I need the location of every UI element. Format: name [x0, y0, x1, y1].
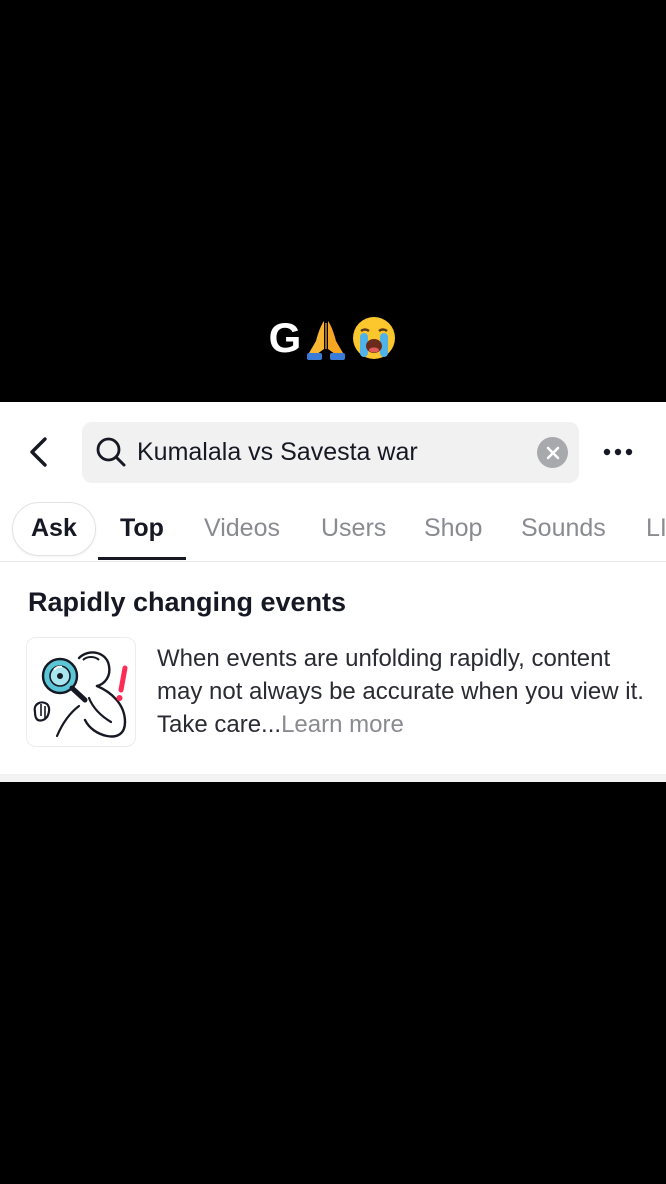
tab-top[interactable]: Top — [120, 500, 164, 561]
notice-illustration — [26, 637, 136, 747]
back-button[interactable] — [18, 432, 58, 472]
more-options-icon — [603, 448, 633, 456]
tab-ask[interactable]: Ask — [12, 502, 96, 556]
active-tab-indicator — [98, 557, 186, 560]
tab-users[interactable]: Users — [321, 500, 386, 561]
video-caption: G — [0, 308, 666, 368]
screen: G Kumalala vs Savesta war Ask Top Videos… — [0, 0, 666, 1184]
search-results-panel: Kumalala vs Savesta war Ask Top Videos U… — [0, 402, 666, 782]
magnifying-glass-person-icon — [33, 651, 128, 738]
search-header: Kumalala vs Savesta war — [0, 402, 666, 502]
panel-divider — [0, 774, 666, 782]
learn-more-link[interactable]: Learn more — [281, 711, 404, 738]
clear-icon — [546, 446, 559, 459]
clear-search-button[interactable] — [537, 437, 568, 468]
tab-sounds[interactable]: Sounds — [521, 500, 606, 561]
search-tabs: Ask Top Videos Users Shop Sounds LI — [0, 500, 666, 562]
tab-live[interactable]: LI — [646, 500, 666, 561]
tab-shop[interactable]: Shop — [424, 500, 482, 561]
crying-face-emoji-icon — [353, 317, 396, 359]
tab-videos[interactable]: Videos — [204, 500, 280, 561]
search-query-text[interactable]: Kumalala vs Savesta war — [137, 422, 418, 483]
search-input[interactable]: Kumalala vs Savesta war — [82, 422, 579, 483]
notice-title: Rapidly changing events — [28, 587, 347, 617]
more-options-button[interactable] — [596, 434, 640, 470]
back-arrow-icon — [30, 437, 47, 467]
search-icon — [96, 437, 126, 467]
notice-body: When events are unfolding rapidly, conte… — [157, 642, 647, 741]
caption-text: G — [268, 314, 302, 361]
folded-hands-emoji-icon — [307, 321, 346, 360]
